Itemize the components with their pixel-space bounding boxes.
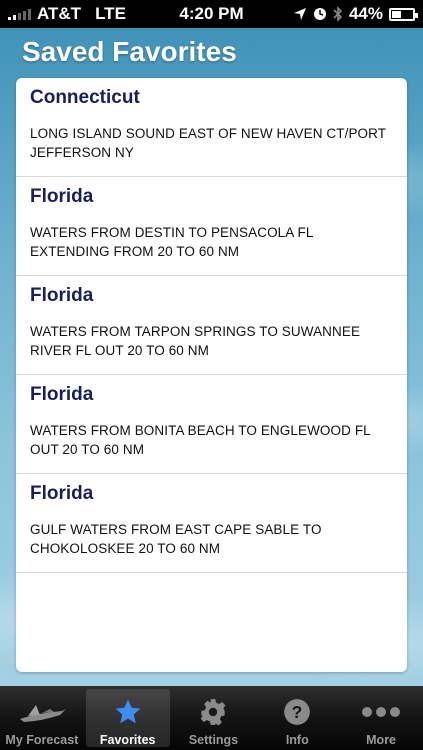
favorite-item[interactable]: Connecticut LONG ISLAND SOUND EAST OF NE… [16,78,407,177]
status-bar: AT&T LTE 4:20 PM 44% [0,0,423,28]
tab-label: My Forecast [5,733,79,747]
favorite-state: Connecticut [30,87,140,108]
status-left: AT&T LTE [8,4,126,24]
favorite-description: WATERS FROM BONITA BEACH TO ENGLEWOOD FL… [30,423,371,457]
battery-icon [389,7,418,21]
favorites-list[interactable]: Connecticut LONG ISLAND SOUND EAST OF NE… [16,78,407,672]
tab-settings[interactable]: Settings [172,686,256,750]
bluetooth-icon [333,6,343,22]
favorite-description: WATERS FROM DESTIN TO PENSACOLA FL EXTEN… [30,225,313,259]
alarm-clock-icon [313,8,326,20]
tab-label: Favorites [99,733,156,747]
tab-info[interactable]: ? Info [255,686,339,750]
page-title: Saved Favorites [22,36,237,67]
more-dots-icon [361,695,401,729]
battery-level [392,10,401,18]
tab-my-forecast[interactable]: My Forecast [0,686,84,750]
tab-label: Settings [188,733,239,747]
favorite-state: Florida [30,285,94,306]
gear-icon [199,695,227,729]
battery-percent: 44% [348,4,383,23]
favorite-item[interactable]: Florida WATERS FROM DESTIN TO PENSACOLA … [16,177,407,276]
tab-label: More [366,733,397,747]
favorite-state: Florida [30,186,94,207]
favorite-item[interactable]: Florida WATERS FROM BONITA BEACH TO ENGL… [16,375,407,474]
network-label: LTE [95,4,126,23]
signal-strength-icon [8,8,31,20]
favorite-description: LONG ISLAND SOUND EAST OF NEW HAVEN CT/P… [30,126,386,160]
favorite-item[interactable]: Florida GULF WATERS FROM EAST CAPE SABLE… [16,474,407,573]
boat-icon [16,695,68,729]
favorite-description: GULF WATERS FROM EAST CAPE SABLE TO CHOK… [30,522,322,556]
star-icon [113,695,143,729]
favorite-item[interactable]: Florida WATERS FROM TARPON SPRINGS TO SU… [16,276,407,375]
help-icon: ? [283,695,311,729]
tab-label: Info [285,733,309,747]
favorite-state: Florida [30,483,94,504]
tab-bar: My Forecast Favorites Settings ? Info Mo… [0,686,423,750]
location-arrow-icon [293,8,306,20]
tab-more[interactable]: More [339,686,423,750]
carrier-label: AT&T [37,4,82,23]
favorite-state: Florida [30,384,94,405]
svg-text:?: ? [292,702,303,722]
status-right: 44% [293,4,418,24]
favorite-description: WATERS FROM TARPON SPRINGS TO SUWANNEE R… [30,324,361,358]
tab-favorites[interactable]: Favorites [85,689,170,747]
